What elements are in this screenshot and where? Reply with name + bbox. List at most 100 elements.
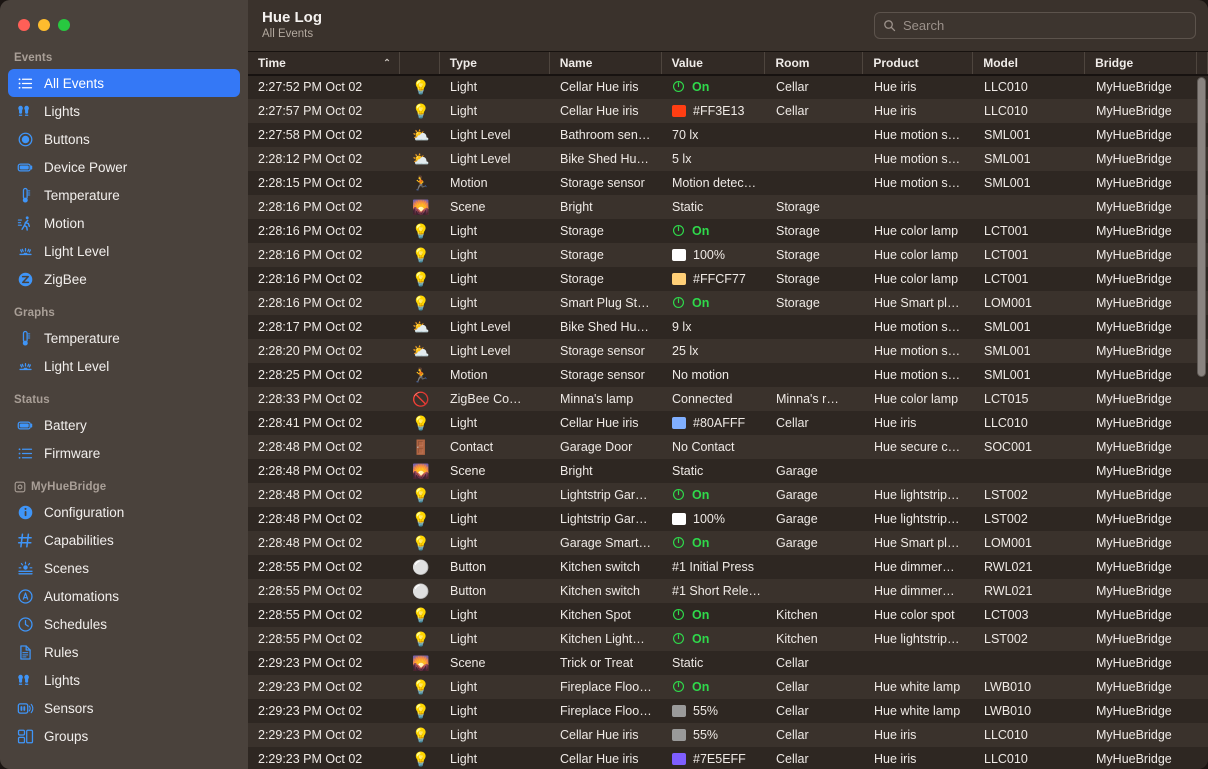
table-row[interactable]: 2:28:41 PM Oct 02 💡 Light Cellar Hue iris #8… [248, 410, 1208, 435]
sidebar-item-zigbee[interactable]: ZigBee [8, 265, 240, 293]
column-header-time[interactable]: Time ⌃ [248, 51, 400, 74]
cell-model: LLC010 [984, 415, 1028, 430]
sidebar-item-groups[interactable]: Groups [8, 722, 240, 750]
column-header-bridge[interactable]: Bridge [1085, 51, 1197, 74]
table-row[interactable]: 2:28:48 PM Oct 02 💡 Light Lightstrip Gar… 10… [248, 506, 1208, 531]
power-on-icon [672, 680, 685, 693]
sidebar-item-firmware[interactable]: Firmware [8, 439, 240, 467]
cell-model: LLC010 [984, 751, 1028, 766]
event-type-icon: 🌄 [412, 198, 430, 215]
column-header-product[interactable]: Product [863, 51, 974, 74]
search-input[interactable] [903, 18, 1187, 33]
zoom-button[interactable] [58, 19, 70, 31]
cell-value: 70 lx [662, 123, 766, 147]
table-row[interactable]: 2:28:55 PM Oct 02 ⚪ Button Kitchen switch #1… [248, 578, 1208, 603]
sidebar-item-light-level[interactable]: Light Level [8, 237, 240, 265]
sidebar-item-temperature[interactable]: Temperature [8, 324, 240, 352]
cell-bridge: MyHueBridge [1096, 151, 1172, 166]
column-header-icon[interactable] [400, 51, 440, 74]
sidebar-item-battery[interactable]: Battery [8, 411, 240, 439]
sidebar-item-label: ZigBee [44, 271, 87, 287]
table-row[interactable]: 2:28:17 PM Oct 02 ⛅ Light Level Bike Shed H… [248, 314, 1208, 339]
sidebar-item-lights[interactable]: Lights [8, 666, 240, 694]
column-header-room[interactable]: Room [765, 51, 864, 74]
value-wrapper: #1 Initial Press [672, 560, 754, 574]
value-text: 100% [693, 511, 725, 526]
table-row[interactable]: 2:27:52 PM Oct 02 💡 Light Cellar Hue iris On… [248, 74, 1208, 99]
sidebar-item-lights[interactable]: Lights [8, 97, 240, 125]
sidebar-item-schedules[interactable]: Schedules [8, 610, 240, 638]
table-row[interactable]: 2:28:48 PM Oct 02 🌄 Scene Bright Static Garag… [248, 458, 1208, 483]
sidebar-item-light-level[interactable]: Light Level [8, 352, 240, 380]
table-row[interactable]: 2:28:55 PM Oct 02 💡 Light Kitchen Light… On K… [248, 626, 1208, 651]
column-header-type[interactable]: Type [440, 51, 550, 74]
table-row[interactable]: 2:28:16 PM Oct 02 💡 Light Storage #FFCF77 Sto… [248, 266, 1208, 291]
cell-value: On [662, 603, 766, 627]
table-row[interactable]: 2:28:25 PM Oct 02 🏃 Motion Storage sensor No… [248, 362, 1208, 387]
column-header-model[interactable]: Model [973, 51, 1086, 74]
minimize-button[interactable] [38, 19, 50, 31]
table-row[interactable]: 2:28:16 PM Oct 02 💡 Light Storage On Storage H… [248, 218, 1208, 243]
table-row[interactable]: 2:27:57 PM Oct 02 💡 Light Cellar Hue iris #F… [248, 98, 1208, 123]
cell-bridge: MyHueBridge [1096, 559, 1172, 574]
search-box[interactable] [874, 12, 1196, 39]
table-row[interactable]: 2:28:16 PM Oct 02 🌄 Scene Bright Static Stora… [248, 194, 1208, 219]
cell-bridge: MyHueBridge [1096, 79, 1172, 94]
cell-product: Hue color lamp [874, 391, 959, 406]
table-row[interactable]: 2:28:20 PM Oct 02 ⛅ Light Level Storage sen… [248, 338, 1208, 363]
sidebar-item-motion[interactable]: Motion [8, 209, 240, 237]
cell-room [766, 435, 864, 459]
vertical-scrollbar[interactable] [1197, 75, 1206, 769]
cell-room: Cellar [776, 655, 809, 670]
table-row[interactable]: 2:28:48 PM Oct 02 💡 Light Garage Smart… On Ga… [248, 530, 1208, 555]
cell-product: Hue Smart pl… [874, 295, 960, 310]
cell-time: 2:28:16 PM Oct 02 [258, 271, 363, 286]
table-row[interactable]: 2:28:55 PM Oct 02 ⚪ Button Kitchen switch #1… [248, 554, 1208, 579]
sidebar-item-label: Configuration [44, 504, 125, 520]
sidebar-item-label: Temperature [44, 187, 120, 203]
event-type-icon: 💡 [412, 606, 430, 623]
cell-name: Lightstrip Gar… [560, 511, 648, 526]
cell-room: Storage [776, 247, 820, 262]
sidebar-item-buttons[interactable]: Buttons [8, 125, 240, 153]
table-row[interactable]: 2:28:15 PM Oct 02 🏃 Motion Storage sensor Mo… [248, 170, 1208, 195]
sidebar-item-rules[interactable]: Rules [8, 638, 240, 666]
table-row[interactable]: 2:29:23 PM Oct 02 💡 Light Cellar Hue iris 55… [248, 722, 1208, 747]
sidebar-item-sensors[interactable]: Sensors [8, 694, 240, 722]
cell-model: SOC001 [984, 439, 1032, 454]
sidebar-item-configuration[interactable]: Configuration [8, 498, 240, 526]
table-row[interactable]: 2:28:16 PM Oct 02 💡 Light Storage 100% Storag… [248, 242, 1208, 267]
sidebar-item-scenes[interactable]: Scenes [8, 554, 240, 582]
table-row[interactable]: 2:28:16 PM Oct 02 💡 Light Smart Plug St… On S… [248, 290, 1208, 315]
table-row[interactable]: 2:29:23 PM Oct 02 🌄 Scene Trick or Treat Sta… [248, 650, 1208, 675]
cell-bridge: MyHueBridge [1096, 703, 1172, 718]
cell-model: LWB010 [984, 703, 1032, 718]
close-button[interactable] [18, 19, 30, 31]
table-row[interactable]: 2:29:23 PM Oct 02 💡 Light Fireplace Floo… On… [248, 674, 1208, 699]
sidebar-item-automations[interactable]: Automations [8, 582, 240, 610]
column-header-name[interactable]: Name [550, 51, 662, 74]
table-row[interactable]: 2:29:23 PM Oct 02 💡 Light Cellar Hue iris #7… [248, 746, 1208, 769]
sidebar-item-label: Rules [44, 644, 79, 660]
table-row[interactable]: 2:28:55 PM Oct 02 💡 Light Kitchen Spot On Kit… [248, 602, 1208, 627]
sidebar-item-all-events[interactable]: All Events [8, 69, 240, 97]
table-row[interactable]: 2:28:12 PM Oct 02 ⛅ Light Level Bike Shed H… [248, 146, 1208, 171]
cell-bridge: MyHueBridge [1096, 463, 1172, 478]
event-type-icon: ⛅ [412, 342, 430, 359]
value-text: 70 lx [672, 127, 699, 142]
table-row[interactable]: 2:28:33 PM Oct 02 🚫 ZigBee Co… Minna's lamp… [248, 386, 1208, 411]
cell-product: Hue iris [874, 751, 917, 766]
lightlevel-icon [16, 357, 34, 375]
table-row[interactable]: 2:29:23 PM Oct 02 💡 Light Fireplace Floo… 55… [248, 698, 1208, 723]
sidebar-item-temperature[interactable]: Temperature [8, 181, 240, 209]
table-row[interactable]: 2:28:48 PM Oct 02 🚪 Contact Garage Door No C… [248, 434, 1208, 459]
table-row[interactable]: 2:27:58 PM Oct 02 ⛅ Light Level Bathroom se… [248, 122, 1208, 147]
value-text: On [692, 679, 710, 694]
cell-bridge: MyHueBridge [1096, 223, 1172, 238]
scrollbar-thumb[interactable] [1197, 76, 1206, 377]
sidebar-item-capabilities[interactable]: Capabilities [8, 526, 240, 554]
cell-product: Hue iris [874, 103, 917, 118]
sidebar-item-device-power[interactable]: Device Power [8, 153, 240, 181]
column-header-value[interactable]: Value [662, 51, 766, 74]
table-row[interactable]: 2:28:48 PM Oct 02 💡 Light Lightstrip Gar… On… [248, 482, 1208, 507]
